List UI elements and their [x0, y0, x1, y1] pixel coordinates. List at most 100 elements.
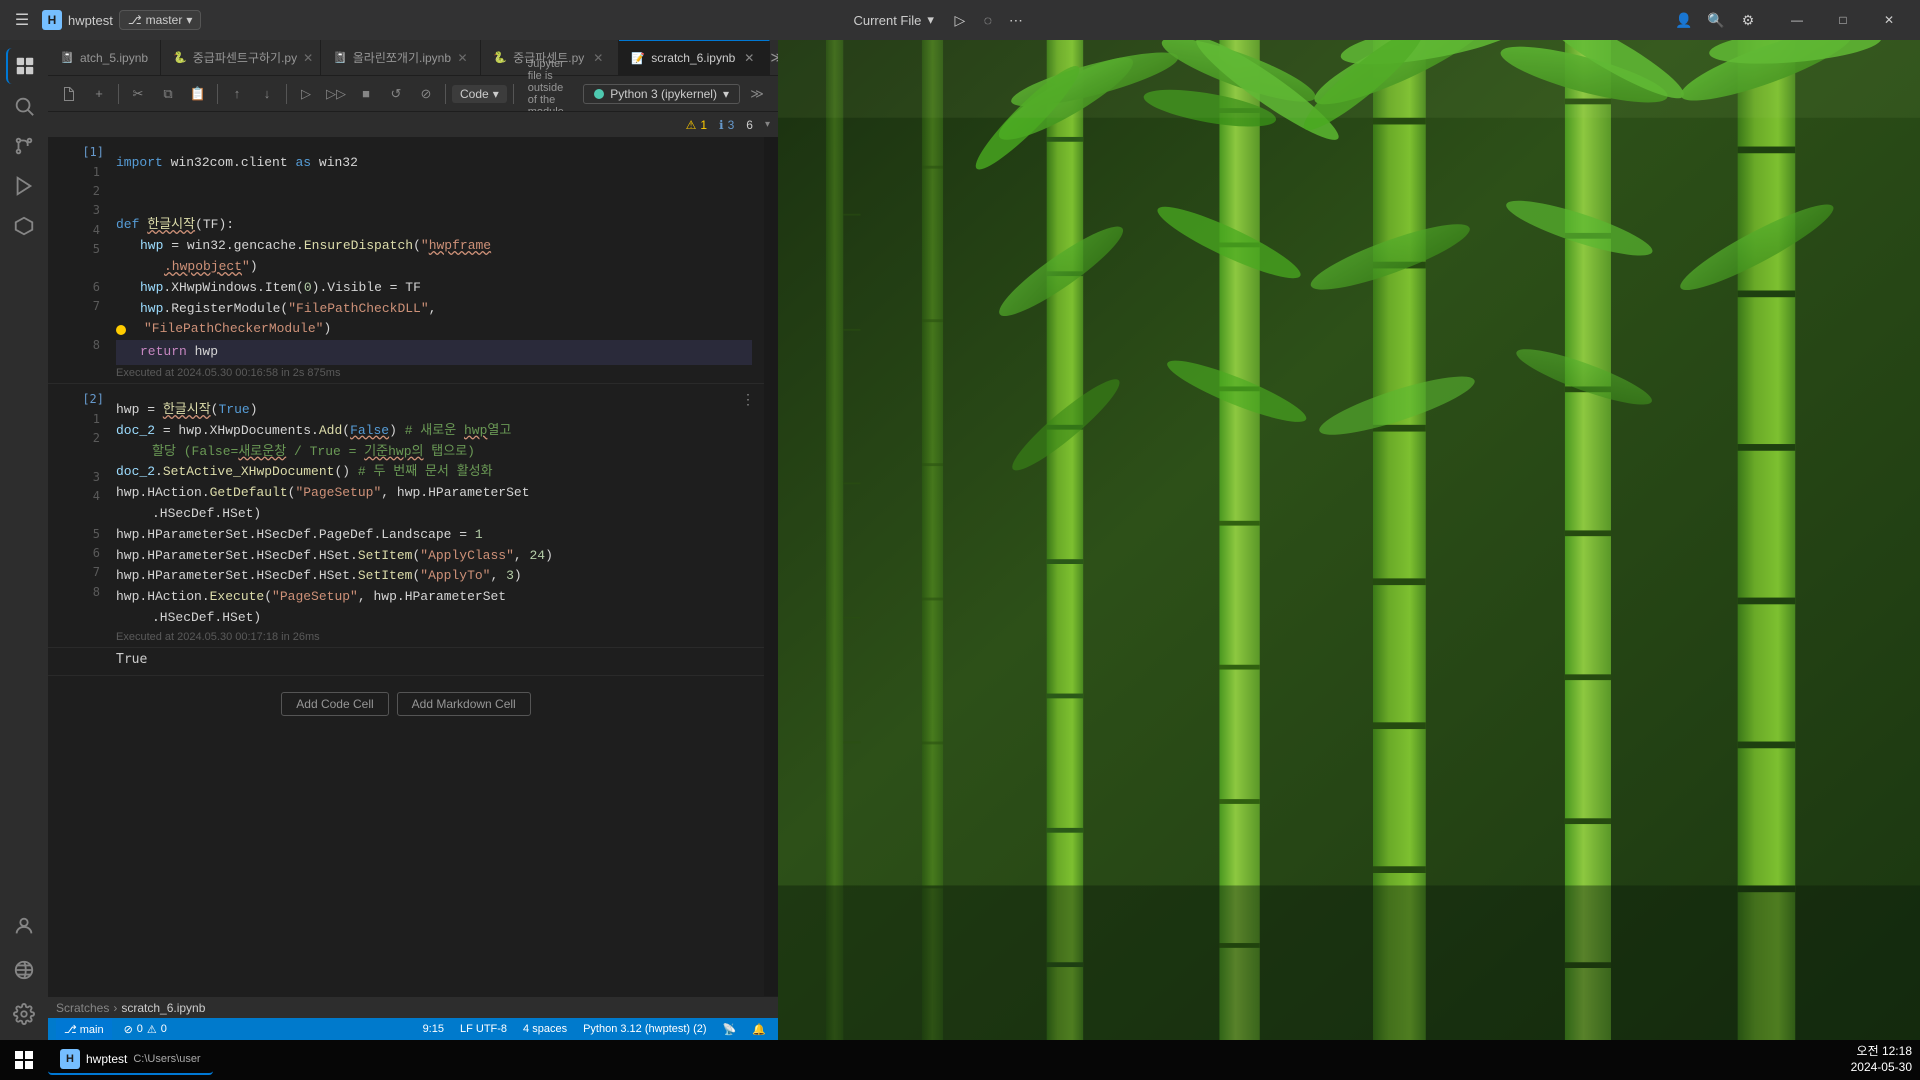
output-gutter — [48, 648, 108, 675]
activity-explorer-icon[interactable] — [6, 48, 42, 84]
toolbar-interrupt-icon[interactable]: ■ — [353, 81, 379, 107]
status-language[interactable]: Python 3.12 (hwptest) (2) — [579, 1023, 711, 1035]
tab-more-button[interactable]: ≫ — [770, 40, 778, 75]
alert-expand-icon[interactable]: ▾ — [765, 119, 770, 130]
tab-close-scratch6[interactable]: ✕ — [741, 50, 757, 66]
line-num-2-6 — [93, 506, 104, 525]
activity-accounts-icon[interactable] — [6, 908, 42, 944]
add-code-cell-button[interactable]: Add Code Cell — [281, 692, 388, 716]
start-button[interactable] — [8, 1044, 40, 1076]
status-broadcast-icon[interactable]: 📡 — [719, 1023, 741, 1036]
tab-scratch6[interactable]: 📝 scratch_6.ipynb ✕ — [619, 40, 770, 75]
cell-2-line-1: hwp = 한글시작(True) — [116, 400, 752, 421]
status-indent[interactable]: 4 spaces — [519, 1023, 571, 1035]
status-remote-icon[interactable]: ⎇ main — [56, 1018, 112, 1040]
taskbar-app-icon: H — [60, 1049, 80, 1069]
cell-2-more-button[interactable]: ⋮ — [736, 388, 760, 412]
minimize-button[interactable]: — — [1774, 0, 1820, 40]
cell-1-line-3 — [116, 195, 752, 216]
kernel-label: Python 3 (ipykernel) — [610, 87, 717, 101]
titlebar-center: Current File ▾ ▷ ◌ ⋯ — [209, 6, 1662, 34]
cell-1-line-6: hwp.XHwpWindows.Item(0).Visible = TF — [116, 278, 752, 299]
status-line-col-label: 9:15 — [423, 1023, 444, 1035]
toolbar-sep1 — [118, 84, 119, 104]
status-error-count: 0 — [137, 1023, 143, 1035]
editor-scroll: [1] 1 2 3 4 5 6 7 8 — [48, 137, 778, 996]
maximize-button[interactable]: □ — [1820, 0, 1866, 40]
toolbar-new-file-icon[interactable] — [56, 81, 82, 107]
status-errors[interactable]: ⊘ 0 ⚠ 0 — [120, 1023, 171, 1036]
app-name: hwptest — [68, 13, 113, 28]
run-button[interactable]: ▷ — [946, 6, 974, 34]
add-markdown-cell-button[interactable]: Add Markdown Cell — [397, 692, 531, 716]
line-num-2-8: 6 — [93, 544, 104, 563]
alert-warning-item[interactable]: ⚠ 1 — [686, 118, 707, 132]
cell-1-footer: Executed at 2024.05.30 00:16:58 in 2s 87… — [108, 365, 760, 383]
hamburger-menu-icon[interactable]: ☰ — [8, 6, 36, 34]
taskbar-date-display: 2024-05-30 — [1851, 1060, 1912, 1076]
tab-ollalin[interactable]: 📓 올라린쪼개기.ipynb ✕ — [321, 40, 481, 75]
toolbar-cut-icon[interactable]: ✂ — [125, 81, 151, 107]
toolbar-run-all-icon[interactable]: ▷▷ — [323, 81, 349, 107]
cell-1: [1] 1 2 3 4 5 6 7 8 — [48, 137, 764, 384]
tab-icon-ollalin: 📓 — [333, 51, 347, 64]
titlebar: ☰ H hwptest ⎇ master ▾ Current File ▾ ▷ … — [0, 0, 1920, 40]
kernel-selector[interactable]: Python 3 (ipykernel) ▾ — [583, 84, 740, 104]
toolbar-more-icon[interactable]: ≫ — [744, 81, 770, 107]
status-left: ⎇ main ⊘ 0 ⚠ 0 — [56, 1018, 171, 1040]
line-num-2-5: 4 — [93, 487, 104, 506]
alert-num-item[interactable]: 6 — [746, 118, 753, 132]
activity-git-icon[interactable] — [6, 128, 42, 164]
cell-1-line-5b: .hwpobject") — [116, 257, 752, 278]
toolbar-move-down-icon[interactable]: ↓ — [254, 81, 280, 107]
activity-extensions-icon[interactable] — [6, 208, 42, 244]
cell-2-label: [2] — [82, 392, 104, 406]
add-cell-area: Add Code Cell Add Markdown Cell — [48, 676, 764, 732]
search-icon[interactable]: 🔍 — [1702, 6, 1730, 34]
status-encoding[interactable]: LF UTF-8 — [456, 1023, 511, 1035]
more-actions-icon[interactable]: ⋯ — [1002, 6, 1030, 34]
cell-type-dropdown[interactable]: Code ▾ — [452, 85, 507, 103]
toolbar-add-icon[interactable]: + — [86, 81, 112, 107]
breadcrumb-folder[interactable]: Scratches — [56, 1001, 109, 1015]
toolbar-clear-icon[interactable]: ⊘ — [413, 81, 439, 107]
activity-remote-icon[interactable] — [6, 952, 42, 988]
toolbar-paste-icon[interactable]: 📋 — [185, 81, 211, 107]
tab-close-ollalin[interactable]: ✕ — [457, 50, 468, 66]
taskbar-app-item[interactable]: H hwptest C:\Users\user — [48, 1045, 213, 1075]
settings-icon[interactable]: ⚙ — [1734, 6, 1762, 34]
status-remote-label: ⎇ main — [64, 1023, 104, 1036]
status-encoding-label: LF UTF-8 — [460, 1023, 507, 1035]
alert-info-item[interactable]: ℹ 3 — [719, 118, 734, 132]
window-controls: — □ ✕ — [1774, 0, 1912, 40]
status-notifications[interactable]: 🔔 — [748, 1023, 770, 1036]
accounts-icon[interactable]: 👤 — [1670, 6, 1698, 34]
current-file-button[interactable]: Current File ▾ — [841, 8, 945, 32]
tab-atch5[interactable]: 📓 atch_5.ipynb — [48, 40, 161, 75]
tab-close-junggeup[interactable]: ✕ — [303, 50, 313, 66]
status-line-col[interactable]: 9:15 — [419, 1023, 448, 1035]
branch-icon: ⎇ — [128, 13, 142, 27]
cell-2-content[interactable]: hwp = 한글시작(True) doc_2 = hwp.XHwpDocumen… — [108, 392, 760, 629]
branch-selector[interactable]: ⎇ master ▾ — [119, 10, 202, 30]
tab-bar: 📓 atch_5.ipynb 🐍 중급파센트구하기.py ✕ 📓 올라린쪼개기.… — [48, 40, 778, 75]
cell-2-gutter: [2] 1 2 3 4 5 6 7 8 — [48, 384, 108, 647]
warning-icon: ⚠ — [686, 118, 697, 132]
breadcrumb-file[interactable]: scratch_6.ipynb — [121, 1001, 205, 1015]
toolbar-copy-icon[interactable]: ⧉ — [155, 81, 181, 107]
close-button[interactable]: ✕ — [1866, 0, 1912, 40]
cell-1-content[interactable]: import win32com.client as win32 def 한글시작… — [108, 145, 760, 365]
activity-search-icon[interactable] — [6, 88, 42, 124]
activity-bar — [0, 40, 48, 1040]
toolbar-move-up-icon[interactable]: ↑ — [224, 81, 250, 107]
tab-label-atch5: atch_5.ipynb — [80, 51, 148, 65]
activity-debug-icon[interactable] — [6, 168, 42, 204]
status-language-label: Python 3.12 (hwptest) (2) — [583, 1023, 707, 1035]
tab-junggeup[interactable]: 🐍 중급파센트구하기.py ✕ — [161, 40, 321, 75]
tab-close-junggeup2[interactable]: ✕ — [590, 50, 606, 66]
notebook[interactable]: [1] 1 2 3 4 5 6 7 8 — [48, 137, 764, 996]
activity-settings-icon[interactable] — [6, 996, 42, 1032]
main-content: 📓 atch_5.ipynb 🐍 중급파센트구하기.py ✕ 📓 올라린쪼개기.… — [0, 40, 1920, 1040]
toolbar-restart-icon[interactable]: ↺ — [383, 81, 409, 107]
toolbar-run-icon[interactable]: ▷ — [293, 81, 319, 107]
